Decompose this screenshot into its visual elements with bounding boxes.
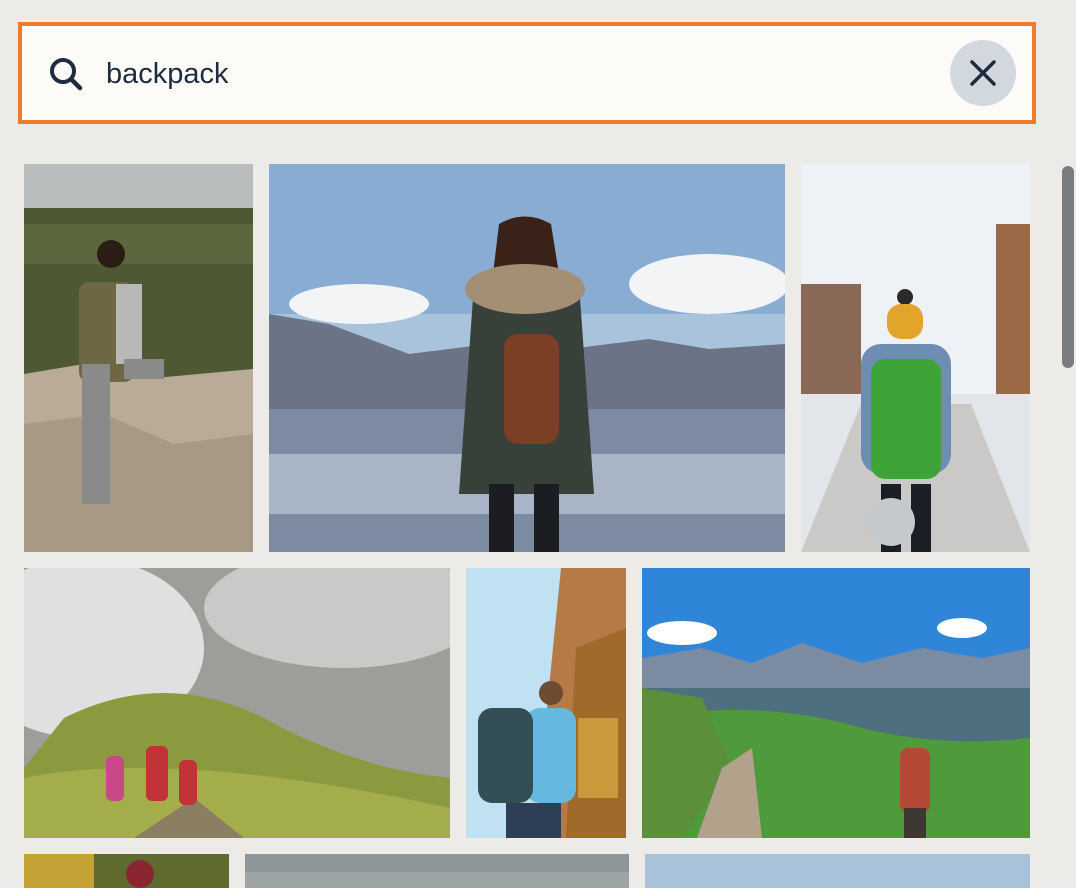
search-input[interactable] (106, 54, 906, 94)
close-icon (970, 60, 996, 86)
result-image-hiker-mountain-trail[interactable] (642, 568, 1030, 838)
search-icon (50, 58, 83, 91)
result-image-partial-3[interactable] (645, 854, 1030, 888)
result-image-hiker-snowy-street[interactable] (801, 164, 1030, 552)
result-image-hiker-canyon[interactable] (466, 568, 626, 838)
result-image-partial-1[interactable] (24, 854, 229, 888)
search-bar[interactable] (18, 22, 1036, 124)
clear-search-button[interactable] (950, 40, 1016, 106)
scrollbar-thumb[interactable] (1062, 166, 1074, 368)
result-image-hiker-on-cliff[interactable] (24, 164, 253, 552)
result-image-group-hiking-fog[interactable] (24, 568, 450, 838)
result-image-partial-2[interactable] (245, 854, 629, 888)
result-image-woman-at-lake[interactable] (269, 164, 785, 552)
